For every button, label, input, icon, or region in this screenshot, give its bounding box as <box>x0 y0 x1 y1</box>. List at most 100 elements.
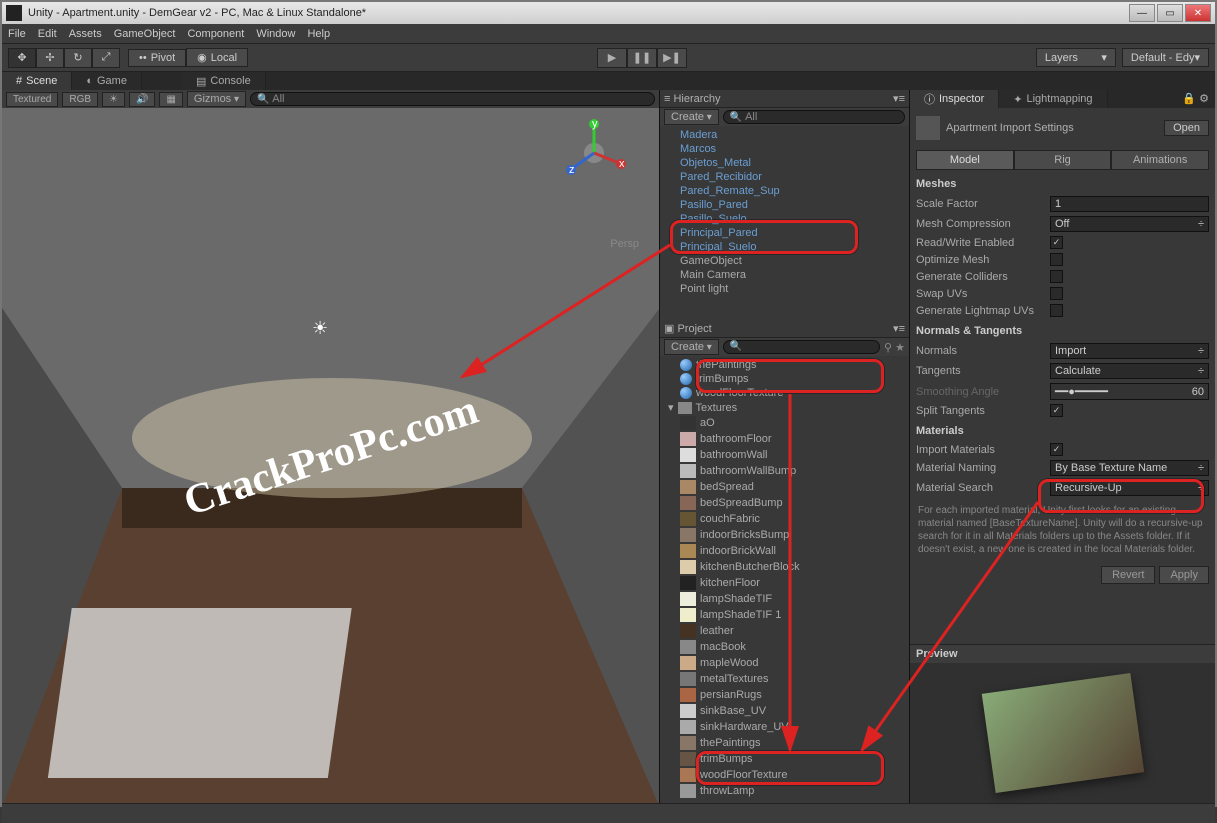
hierarchy-item[interactable]: Main Camera <box>660 268 909 282</box>
project-texture[interactable]: woodFloorTexture <box>660 767 909 783</box>
local-toggle[interactable]: ◉ Local <box>186 48 248 67</box>
project-texture[interactable]: aO <box>660 415 909 431</box>
hierarchy-item[interactable]: Pared_Recibidor <box>660 170 909 184</box>
scene-fx-toggle[interactable]: ▦ <box>159 92 182 107</box>
project-texture[interactable]: sinkHardware_UV <box>660 719 909 735</box>
hierarchy-item[interactable]: Pasillo_Pared <box>660 198 909 212</box>
project-texture[interactable]: bathroomWall <box>660 447 909 463</box>
project-texture[interactable]: indoorBricksBump <box>660 527 909 543</box>
menu-assets[interactable]: Assets <box>69 28 102 40</box>
tangents-dropdown[interactable]: Calculate÷ <box>1050 363 1209 379</box>
project-material[interactable]: woodFloorTexture <box>660 386 909 400</box>
scene-light-toggle[interactable]: ☀ <box>102 92 125 107</box>
maximize-button[interactable]: ▭ <box>1157 4 1183 22</box>
project-texture[interactable]: kitchenFloor <box>660 575 909 591</box>
layout-dropdown[interactable]: Default - Edy▾ <box>1122 48 1209 67</box>
project-texture[interactable]: leather <box>660 623 909 639</box>
scene-viewport[interactable]: y x z Persp ☀ CrackProPc.com <box>2 108 659 803</box>
project-texture[interactable]: bedSpreadBump <box>660 495 909 511</box>
play-button[interactable]: ▶ <box>597 48 627 68</box>
colliders-checkbox[interactable] <box>1050 270 1063 283</box>
hierarchy-item[interactable]: Madera <box>660 128 909 142</box>
draw-mode-dropdown[interactable]: Textured <box>6 92 58 107</box>
project-texture[interactable]: bathroomFloor <box>660 431 909 447</box>
tab-animations[interactable]: Animations <box>1111 150 1209 170</box>
project-texture[interactable]: thePaintings <box>660 735 909 751</box>
smoothing-slider[interactable]: ━━●━━━━━60 <box>1050 383 1209 400</box>
project-search[interactable]: 🔍 <box>723 340 880 354</box>
rotate-tool[interactable]: ↻ <box>64 48 92 68</box>
menu-edit[interactable]: Edit <box>38 28 57 40</box>
project-texture[interactable]: trimBumps <box>660 751 909 767</box>
hierarchy-create-dropdown[interactable]: Create ▾ <box>664 109 719 125</box>
scale-factor-field[interactable]: 1 <box>1050 196 1209 212</box>
swapuv-checkbox[interactable] <box>1050 287 1063 300</box>
revert-button[interactable]: Revert <box>1101 566 1155 584</box>
lightmapuv-checkbox[interactable] <box>1050 304 1063 317</box>
project-texture[interactable]: indoorBrickWall <box>660 543 909 559</box>
project-folder[interactable]: ▾ Textures <box>660 400 909 415</box>
open-button[interactable]: Open <box>1164 120 1209 136</box>
project-tab[interactable]: ▣ Project <box>664 322 712 335</box>
project-texture[interactable]: macBook <box>660 639 909 655</box>
project-texture[interactable]: couchFabric <box>660 511 909 527</box>
project-material[interactable]: thePaintings <box>660 358 909 372</box>
import-materials-checkbox[interactable]: ✓ <box>1050 443 1063 456</box>
scene-audio-toggle[interactable]: 🔊 <box>129 92 155 107</box>
tab-game[interactable]: ◐ Game <box>72 72 142 90</box>
hierarchy-item[interactable]: Pasillo_Suelo <box>660 212 909 226</box>
tab-console[interactable]: ▤ Console <box>182 72 266 90</box>
mesh-compression-dropdown[interactable]: Off÷ <box>1050 216 1209 232</box>
pivot-toggle[interactable]: •• Pivot <box>128 49 186 67</box>
preview-header[interactable]: Preview <box>910 645 1215 663</box>
preview-thumbnail[interactable] <box>981 673 1143 793</box>
menu-help[interactable]: Help <box>307 28 330 40</box>
split-tangents-checkbox[interactable]: ✓ <box>1050 404 1063 417</box>
hierarchy-item[interactable]: Marcos <box>660 142 909 156</box>
hierarchy-search[interactable]: 🔍 All <box>723 110 905 124</box>
normals-dropdown[interactable]: Import÷ <box>1050 343 1209 359</box>
close-button[interactable]: ✕ <box>1185 4 1211 22</box>
project-texture[interactable]: bathroomWallBump <box>660 463 909 479</box>
orientation-gizmo[interactable]: y x z <box>559 118 629 188</box>
project-texture[interactable]: bedSpread <box>660 479 909 495</box>
tab-scene[interactable]: # Scene <box>2 72 72 90</box>
move-tool[interactable]: ✢ <box>36 48 64 68</box>
hand-tool[interactable]: ✥ <box>8 48 36 68</box>
gizmos-dropdown[interactable]: Gizmos ▾ <box>187 91 246 107</box>
optimize-checkbox[interactable] <box>1050 253 1063 266</box>
hierarchy-item[interactable]: Principal_Suelo <box>660 240 909 254</box>
hierarchy-item[interactable]: Pared_Remate_Sup <box>660 184 909 198</box>
hierarchy-item[interactable]: Point light <box>660 282 909 296</box>
step-button[interactable]: ▶❚ <box>657 48 687 68</box>
hierarchy-item[interactable]: Principal_Pared <box>660 226 909 240</box>
menu-file[interactable]: File <box>8 28 26 40</box>
readwrite-checkbox[interactable]: ✓ <box>1050 236 1063 249</box>
material-search-dropdown[interactable]: Recursive-Up÷ <box>1050 480 1209 496</box>
menu-gameobject[interactable]: GameObject <box>114 28 176 40</box>
hierarchy-item[interactable]: GameObject <box>660 254 909 268</box>
project-texture[interactable]: persianRugs <box>660 687 909 703</box>
scale-tool[interactable]: ⤢ <box>92 48 120 68</box>
scene-search[interactable]: 🔍 All <box>250 92 655 106</box>
hierarchy-list[interactable]: MaderaMarcosObjetos_MetalPared_Recibidor… <box>660 126 909 320</box>
project-material[interactable]: trimBumps <box>660 372 909 386</box>
project-texture[interactable]: kitchenButcherBlock <box>660 559 909 575</box>
render-mode-dropdown[interactable]: RGB <box>62 92 98 107</box>
project-list[interactable]: thePaintingstrimBumpswoodFloorTexture▾ T… <box>660 356 909 803</box>
hierarchy-item[interactable]: Objetos_Metal <box>660 156 909 170</box>
project-texture[interactable]: sinkBase_UV <box>660 703 909 719</box>
tab-model[interactable]: Model <box>916 150 1014 170</box>
layers-dropdown[interactable]: Layers▾ <box>1036 48 1116 67</box>
project-texture[interactable]: mapleWood <box>660 655 909 671</box>
pause-button[interactable]: ❚❚ <box>627 48 657 68</box>
project-texture[interactable]: lampShadeTIF 1 <box>660 607 909 623</box>
project-texture[interactable]: throwLamp <box>660 783 909 799</box>
lock-icon[interactable]: 🔒 ⚙ <box>1176 90 1215 108</box>
tab-lightmapping[interactable]: ✦ Lightmapping <box>999 90 1107 108</box>
material-naming-dropdown[interactable]: By Base Texture Name÷ <box>1050 460 1209 476</box>
project-texture[interactable]: lampShadeTIF <box>660 591 909 607</box>
tab-inspector[interactable]: ⓘ Inspector <box>910 90 999 108</box>
menu-window[interactable]: Window <box>256 28 295 40</box>
project-filter-icon[interactable]: ⚲ ★ <box>884 341 905 354</box>
